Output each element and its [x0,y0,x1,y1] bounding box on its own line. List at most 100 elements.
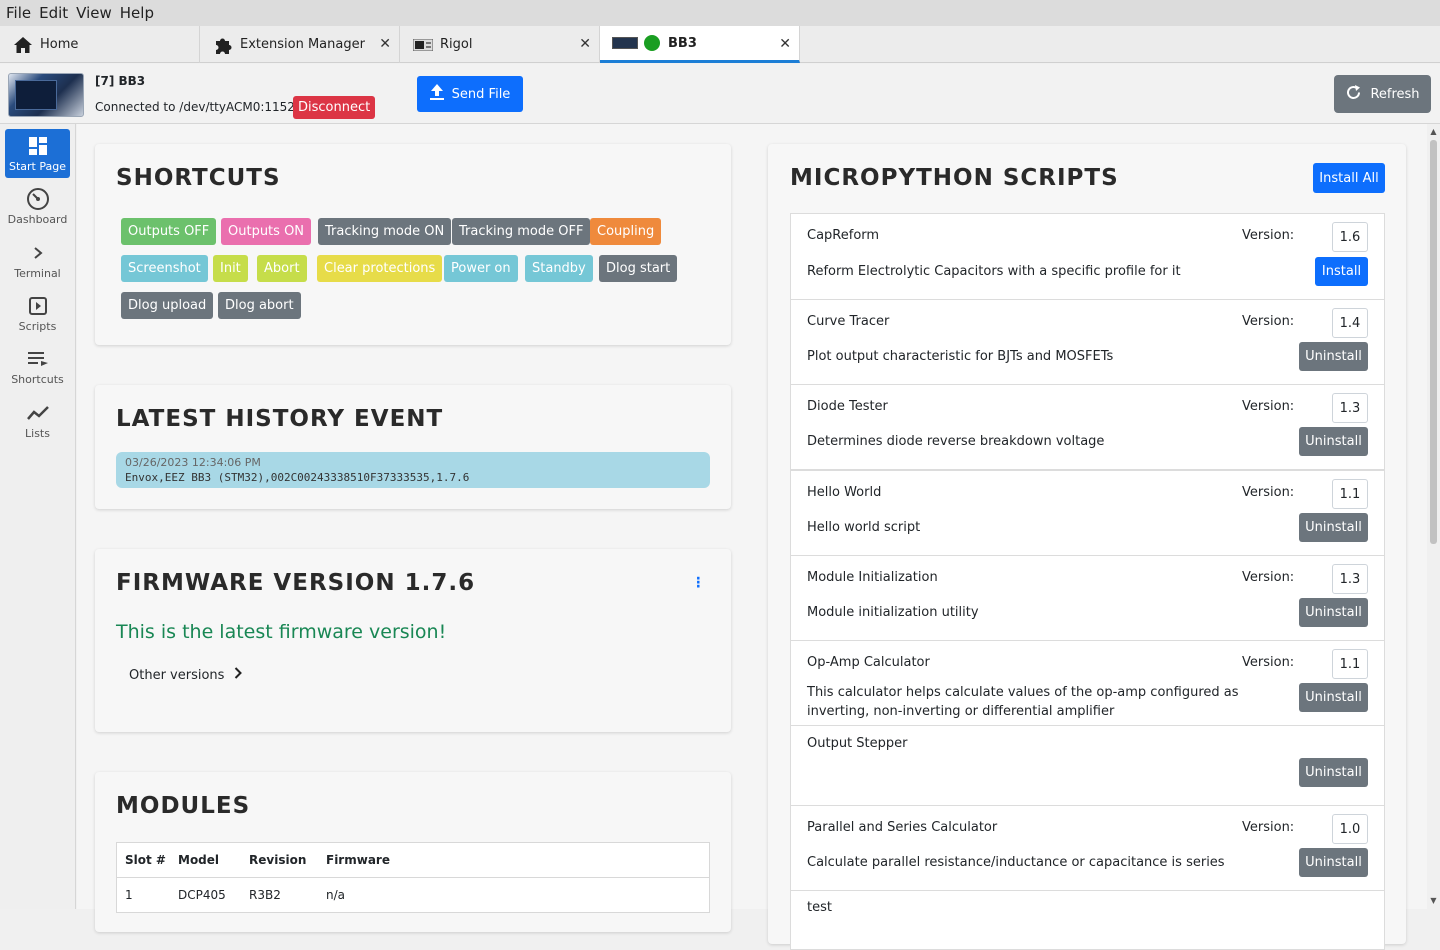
shortcut-outputs-off[interactable]: Outputs OFF [121,218,217,245]
nav-label: Shortcuts [11,373,64,386]
revision-cell: R3B2 [249,888,281,902]
version-value: 1.6 [1332,222,1368,252]
device-image [8,73,84,117]
version-value: 1.4 [1332,308,1368,338]
uninstall-button[interactable]: Uninstall [1299,683,1368,712]
script-item-parallel-series-calculator: Parallel and Series Calculator Version: … [790,805,1385,891]
shortcut-abort[interactable]: Abort [257,255,307,282]
firmware-title: FIRMWARE VERSION 1.7.6 [116,570,476,596]
shortcut-tracking-mode-off[interactable]: Tracking mode OFF [452,218,591,245]
lists-icon [26,402,49,424]
disconnect-button[interactable]: Disconnect [293,96,376,119]
start-page-icon [28,135,48,157]
shortcut-coupling[interactable]: Coupling [590,218,662,245]
chevron-right-icon [234,667,243,683]
upload-icon [429,84,444,104]
tab-rigol[interactable]: Rigol ✕ [400,26,600,63]
nav-scripts[interactable]: Scripts [5,289,70,338]
close-icon[interactable]: ✕ [379,36,391,52]
firmware-card: FIRMWARE VERSION 1.7.6 · · · This is the l… [95,549,731,732]
menu-help[interactable]: Help [120,4,154,22]
tab-bb3[interactable]: BB3 ✕ [600,26,800,63]
nav-shortcuts[interactable]: Shortcuts [5,342,70,391]
shortcuts-icon [27,348,48,370]
uninstall-button[interactable]: Uninstall [1299,513,1368,542]
scroll-down-icon[interactable]: ▼ [1427,895,1440,907]
nav-lists[interactable]: Lists [5,396,70,445]
script-name: Output Stepper [807,736,908,751]
install-button[interactable]: Install [1315,257,1368,286]
shortcut-screenshot[interactable]: Screenshot [121,255,208,282]
history-event-time: 03/26/2023 12:34:06 PM [125,456,261,469]
history-event[interactable]: 03/26/2023 12:34:06 PM Envox,EEZ BB3 (ST… [116,452,710,488]
script-description: This calculator helps calculate values o… [807,685,1239,719]
menu-edit[interactable]: Edit [39,4,68,22]
connection-status: Connected to /dev/ttyACM0:115200 [95,100,311,114]
other-versions-link[interactable]: Other versions [129,667,243,683]
install-all-label: Install All [1319,170,1379,186]
shortcut-tracking-mode-on[interactable]: Tracking mode ON [318,218,452,245]
tab-extension-manager[interactable]: Extension Manager ✕ [200,26,400,63]
shortcut-dlog-abort[interactable]: Dlog abort [218,292,301,319]
nav-label: Start Page [9,160,66,173]
puzzle-icon [212,34,234,56]
scripts-title: MICROPYTHON SCRIPTS [790,165,1119,191]
device-title: [7] BB3 [95,74,146,88]
column-header: Revision [249,853,307,867]
more-options-icon[interactable]: · · · [696,572,701,594]
version-label: Version: [1242,485,1295,500]
install-all-button[interactable]: Install All [1313,163,1385,193]
nav-start-page[interactable]: Start Page [5,129,70,178]
uninstall-button[interactable]: Uninstall [1299,758,1368,787]
shortcut-dlog-upload[interactable]: Dlog upload [121,292,214,319]
version-label: Version: [1242,399,1295,414]
scrollbar-thumb[interactable] [1430,140,1437,544]
script-name: Diode Tester [807,399,888,414]
connected-status-icon [644,35,660,51]
script-description: Module initialization utility [807,605,979,620]
shortcut-outputs-on[interactable]: Outputs ON [221,218,312,245]
version-value: 1.3 [1332,564,1368,594]
shortcut-power-on[interactable]: Power on [444,255,518,282]
uninstall-button[interactable]: Uninstall [1299,342,1368,371]
menu-file[interactable]: File [6,4,31,22]
modules-table: Slot # Model Revision Firmware 1 DCP405 … [116,842,710,913]
nav-dashboard[interactable]: Dashboard [5,182,70,231]
script-description: Plot output characteristic for BJTs and … [807,349,1114,364]
uninstall-button[interactable]: Uninstall [1299,598,1368,627]
scripts-card: MICROPYTHON SCRIPTS Install All CapRefor… [768,144,1406,950]
scroll-up-icon[interactable]: ▲ [1427,126,1440,138]
send-file-button[interactable]: Send File [417,76,523,112]
close-icon[interactable]: ✕ [579,36,591,52]
tab-home[interactable]: Home [0,26,200,63]
version-value: 1.0 [1332,814,1368,844]
close-icon[interactable]: ✕ [779,36,791,52]
shortcut-clear-protections[interactable]: Clear protections [317,255,443,282]
menu-view[interactable]: View [76,4,112,22]
refresh-button[interactable]: Refresh [1334,75,1431,113]
script-description: Determines diode reverse breakdown volta… [807,434,1105,449]
shortcut-standby[interactable]: Standby [525,255,593,282]
terminal-icon [32,242,44,264]
nav-terminal[interactable]: Terminal [5,236,70,285]
model-cell: DCP405 [178,888,226,902]
home-icon [12,34,34,56]
vertical-scrollbar[interactable]: ▲ ▼ [1427,124,1440,909]
uninstall-button[interactable]: Uninstall [1299,848,1368,877]
tab-bar: Home Extension Manager ✕ Rigol ✕ BB3 ✕ [0,26,1440,63]
script-item-hello-world: Hello World Version: 1.1 Hello world scr… [790,470,1385,556]
script-name: CapReform [807,228,880,243]
script-name: test [807,900,832,915]
tab-label: Rigol [440,37,473,52]
script-item-curve-tracer: Curve Tracer Version: 1.4 Plot output ch… [790,299,1385,385]
version-label: Version: [1242,314,1295,329]
uninstall-button[interactable]: Uninstall [1299,427,1368,456]
shortcut-init[interactable]: Init [213,255,248,282]
firmware-status: This is the latest firmware version! [116,621,447,643]
firmware-cell: n/a [326,888,346,902]
nav-label: Dashboard [7,213,68,226]
tab-label: Extension Manager [240,37,365,52]
shortcut-dlog-start[interactable]: Dlog start [599,255,678,282]
version-value: 1.3 [1332,393,1368,423]
history-title: LATEST HISTORY EVENT [116,406,444,432]
